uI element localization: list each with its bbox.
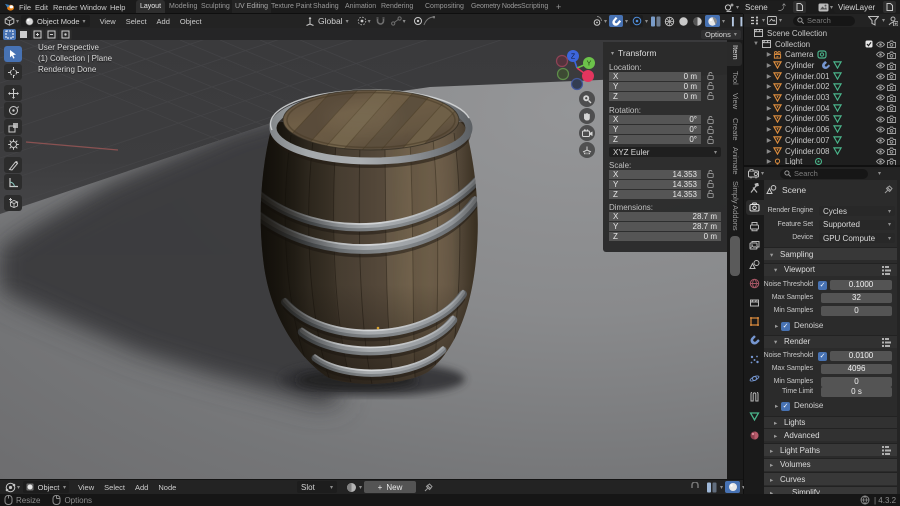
svg-text:Y: Y	[587, 61, 592, 68]
svg-text:Z: Z	[571, 54, 576, 61]
